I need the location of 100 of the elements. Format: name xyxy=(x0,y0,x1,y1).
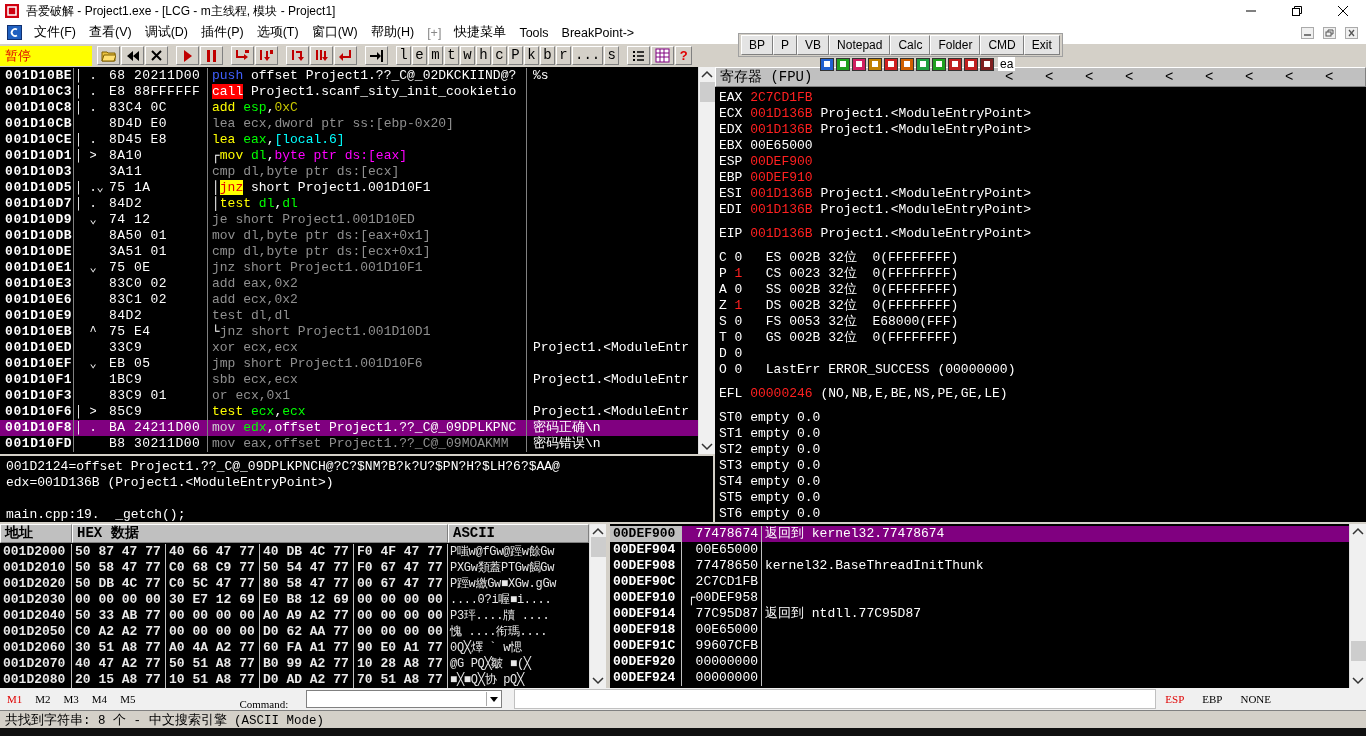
toolbar-button[interactable]: Folder xyxy=(930,35,981,55)
toolbar-button[interactable]: P xyxy=(508,46,523,65)
close-icon[interactable] xyxy=(149,48,164,63)
square-icon[interactable] xyxy=(916,57,930,71)
toolbar-button[interactable]: m xyxy=(428,46,443,65)
disasm-row[interactable]: 001D10DB 8A50 01 mov dl,byte ptr ds:[eax+0x1] xyxy=(0,228,698,244)
step-arrow-icon[interactable] xyxy=(259,48,274,63)
toolbar-label[interactable]: ea xyxy=(998,57,1016,71)
disasm-row[interactable]: 001D10F8 │ . BA 24211D00 mov edx,offset Project1.??_C@_09DPLKPNC 密码正确\n xyxy=(0,420,698,436)
menu-item[interactable]: 文件(F) xyxy=(28,22,83,43)
register-value[interactable]: 0 xyxy=(734,250,743,265)
stack-mode-button[interactable]: ESP xyxy=(1165,693,1185,705)
register-value[interactable]: 00DEF900 xyxy=(750,154,813,169)
register-value[interactable]: 1 xyxy=(734,298,743,313)
stack-row[interactable]: 00DEF910 ┌00DEF958 xyxy=(610,590,1349,606)
register-value[interactable]: empty xyxy=(750,410,790,425)
disasm-row[interactable]: 001D10E6 83C1 02 add ecx,0x2 xyxy=(0,292,698,308)
step-arrow-icon[interactable] xyxy=(314,48,329,63)
column-header[interactable]: HEX 数据 xyxy=(72,524,448,543)
square-icon[interactable] xyxy=(868,57,882,71)
memory-tab[interactable]: M4 xyxy=(91,693,108,705)
register-value[interactable]: 00E65000 xyxy=(750,138,813,153)
menu-item[interactable]: 选项(T) xyxy=(250,22,306,43)
menu-item[interactable]: 调试(D) xyxy=(138,22,195,43)
toolbar-button[interactable]: e xyxy=(412,46,427,65)
square-icon[interactable] xyxy=(836,57,850,71)
toolbar-button[interactable]: ... xyxy=(572,46,604,65)
stack-row[interactable]: 00DEF904 00E65000 xyxy=(610,542,1349,558)
arrow-button[interactable]: < xyxy=(1165,69,1205,85)
disasm-row[interactable]: 001D10CE │ . 8D45 E8 lea eax,[local.6] xyxy=(0,132,698,148)
minimize-icon[interactable] xyxy=(1301,26,1314,39)
disasm-row[interactable]: 001D10D7 │ . 84D2 │test dl,dl xyxy=(0,196,698,212)
memory-tab[interactable]: M3 xyxy=(63,693,79,705)
menu-item[interactable]: 窗口(W) xyxy=(305,22,365,43)
scrollbar-thumb[interactable] xyxy=(590,537,606,557)
toolbar-button[interactable]: t xyxy=(444,46,459,65)
disasm-row[interactable]: 001D10D1 │ > 8A10 ┌mov dl,byte ptr ds:[eax] xyxy=(0,148,698,164)
register-value[interactable]: 0 xyxy=(734,314,743,329)
stack-row[interactable]: 00DEF908 77478650 kernel32.BaseThreadInitThunk xyxy=(610,558,1349,574)
toolbar-button[interactable]: Calc xyxy=(890,35,931,55)
arrow-button[interactable]: < xyxy=(1125,69,1165,85)
disasm-row[interactable]: 001D10EB ^ 75 E4 └jnz short Project1.001D10D1 xyxy=(0,324,698,340)
step-arrow-icon[interactable] xyxy=(235,48,250,63)
register-value[interactable]: empty xyxy=(750,458,790,473)
disasm-row[interactable]: 001D10DE 3A51 01 cmp dl,byte ptr ds:[ecx+0x1] xyxy=(0,244,698,260)
toolbar-button[interactable]: P xyxy=(773,35,798,55)
list-icon[interactable] xyxy=(631,48,647,63)
scrollbar[interactable] xyxy=(698,67,715,454)
memory-tab[interactable]: M5 xyxy=(120,693,136,705)
square-icon[interactable] xyxy=(900,57,914,71)
step-arrow-icon[interactable] xyxy=(290,48,305,63)
register-value[interactable]: 001D136B xyxy=(750,122,813,137)
toolbar-button[interactable]: s xyxy=(604,46,620,65)
square-icon[interactable] xyxy=(884,57,898,71)
square-icon[interactable] xyxy=(820,57,834,71)
column-header[interactable]: 地址 xyxy=(0,524,72,543)
stack-row[interactable]: 00DEF920 00000000 xyxy=(610,654,1349,670)
register-value[interactable]: 00DEF910 xyxy=(750,170,813,185)
disasm-row[interactable]: 001D10C8 │ . 83C4 0C add esp,0xC xyxy=(0,100,698,116)
register-value[interactable]: empty xyxy=(750,490,790,505)
close-icon[interactable] xyxy=(1345,26,1358,39)
register-value[interactable]: empty xyxy=(750,442,790,457)
menu-item[interactable]: BreakPoint-> xyxy=(555,23,642,42)
arrow-button[interactable]: < xyxy=(1325,69,1365,85)
memory-tab[interactable]: M2 xyxy=(35,693,51,705)
arrow-button[interactable]: < xyxy=(1045,69,1085,85)
arrow-button[interactable]: < xyxy=(1085,69,1125,85)
disasm-row[interactable]: 001D10E1 ⌄ 75 0E jnz short Project1.001D10F1 xyxy=(0,260,698,276)
register-value[interactable]: 001D136B xyxy=(750,106,813,121)
rewind-icon[interactable] xyxy=(125,48,140,63)
toolbar-button[interactable]: CMD xyxy=(980,35,1024,55)
toolbar-button[interactable]: Exit xyxy=(1023,35,1060,55)
toolbar-button[interactable]: w xyxy=(460,46,475,65)
stack-row[interactable]: 00DEF914 77C95D87 返回到 ntdll.77C95D87 xyxy=(610,606,1349,622)
register-value[interactable]: empty xyxy=(750,426,790,441)
app-menu-icon[interactable] xyxy=(7,25,22,40)
register-value[interactable]: 0 xyxy=(734,282,743,297)
dropdown-arrow-icon[interactable] xyxy=(490,696,499,702)
menu-item[interactable]: 帮助(H) xyxy=(364,22,422,43)
arrow-button[interactable]: < xyxy=(1285,69,1325,85)
scrollbar-thumb[interactable] xyxy=(699,82,715,102)
pause-icon[interactable] xyxy=(204,48,219,63)
stack-row[interactable]: 00DEF90C 2C7CD1FB xyxy=(610,574,1349,590)
disasm-row[interactable]: 001D10CB 8D4D E0 lea ecx,dword ptr ss:[ebp-0x20] xyxy=(0,116,698,132)
restore-icon[interactable] xyxy=(1292,6,1302,16)
grid-icon[interactable] xyxy=(655,48,671,63)
menu-item[interactable]: 快捷菜单 xyxy=(448,22,514,43)
toolbar-button[interactable]: k xyxy=(524,46,539,65)
return-arrow-icon[interactable] xyxy=(338,48,353,63)
menu-item[interactable]: Tools xyxy=(513,23,556,42)
disasm-row[interactable]: 001D10EF ⌄ EB 05 jmp short Project1.001D10F6 xyxy=(0,356,698,372)
memory-tab[interactable]: M1 xyxy=(7,693,23,705)
disasm-row[interactable]: 001D10ED 33C9 xor ecx,ecx Project1.<ModuleEntr xyxy=(0,340,698,356)
register-value[interactable]: 1 xyxy=(734,266,743,281)
menu-item[interactable]: [+] xyxy=(421,23,449,42)
square-icon[interactable] xyxy=(932,57,946,71)
register-value[interactable]: 00000246 xyxy=(750,386,813,401)
column-header[interactable]: ASCII xyxy=(448,524,589,543)
stack-mode-button[interactable]: NONE xyxy=(1240,693,1271,705)
register-value[interactable]: 001D136B xyxy=(750,186,813,201)
